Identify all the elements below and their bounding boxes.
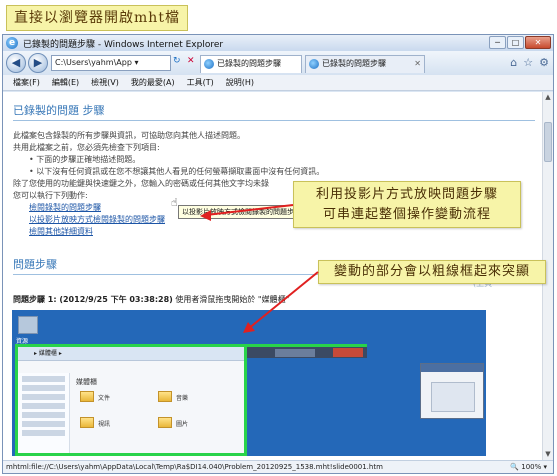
folder-icon <box>80 391 94 402</box>
menu-help[interactable]: 說明(H) <box>226 77 254 88</box>
viewer-titlebar <box>421 364 483 372</box>
tab-recorded-steps-1[interactable]: 已錄製的問題步驟 <box>200 55 302 73</box>
callout-slideshow-line-2: 可串連起整個操作變動流程 <box>322 207 491 222</box>
home-icon[interactable]: ⌂ <box>510 56 517 69</box>
tab-close-icon[interactable]: ✕ <box>414 56 421 72</box>
minimize-button[interactable]: ─ <box>489 36 506 49</box>
folder-icon <box>158 417 172 428</box>
folder-label: 音樂 <box>176 395 189 402</box>
recorder-toolbar-segment <box>275 349 315 357</box>
scroll-thumb[interactable] <box>544 122 552 162</box>
toolbar-right: ⌂ ☆ ⚙ <box>510 56 549 69</box>
tab-recorded-steps-2[interactable]: 已錄製的問題步驟 ✕ <box>305 55 425 73</box>
scroll-up-icon[interactable]: ▲ <box>543 93 553 103</box>
scroll-down-icon[interactable]: ▼ <box>543 450 553 460</box>
address-bar[interactable]: C:\Users\yahm\App ▾ <box>51 55 171 71</box>
ie-page-icon <box>204 59 214 69</box>
menu-tools[interactable]: 工具(T) <box>187 77 214 88</box>
refresh-icon[interactable]: ↻ <box>173 56 181 66</box>
checklist-item-2: • 以下沒有任何資訊或在您不想讓其他人看見的任何螢幕擷取畫面中沒有任何資訊。 <box>29 167 325 176</box>
folder-label: 文件 <box>98 395 111 402</box>
link-review-slideshow[interactable]: 以投影片放映方式檢閱錄製的問題步驟 <box>29 214 165 225</box>
window-title: 已錄製的問題步驟 - Windows Internet Explorer <box>23 40 224 50</box>
explorer-sidebar <box>18 373 70 453</box>
step-1-title: 問題步驟 1: (2012/9/25 下午 03:38:28) 使用者滑鼠拖曳開… <box>13 295 290 304</box>
intro-line-2: 共用此檔案之前，您必須先檢查下列項目: <box>13 143 160 152</box>
callout-slideshow-note: 利用投影片方式放映問題步驟 可串連起整個操作變動流程 <box>293 181 521 228</box>
ie-logo-icon: e <box>6 37 18 49</box>
forward-button[interactable]: ▶ <box>28 53 48 73</box>
tab-label: 已錄製的問題步驟 <box>322 59 386 68</box>
callout-highlight-note: 變動的部分會以粗線框起來突顯 <box>318 260 546 284</box>
explorer-heading: 媒體櫃 <box>76 378 97 386</box>
recorder-stop-button <box>333 348 363 357</box>
tools-icon[interactable]: ⚙ <box>539 56 549 69</box>
hand-cursor-icon: ☝ <box>171 196 178 209</box>
folder-label: 視訊 <box>98 421 111 428</box>
status-bar: mhtml:file://C:\Users\yahm\AppData\Local… <box>3 460 553 473</box>
explorer-address: ▸ 媒體櫃 ▸ <box>18 347 244 361</box>
menu-favorites[interactable]: 我的最愛(A) <box>131 77 175 88</box>
callout-title-note: 直接以瀏覽器開啟mht檔 <box>6 5 188 31</box>
photo-viewer-window <box>420 363 484 419</box>
title-bar: e 已錄製的問題步驟 - Windows Internet Explorer ─… <box>3 35 553 51</box>
explorer-window-highlighted: ▸ 媒體櫃 ▸ 媒體櫃 文件 音樂 視訊 圖片 <box>15 344 247 456</box>
folder-icon <box>158 391 172 402</box>
menu-bar: 檔案(F) 編輯(E) 檢視(V) 我的最愛(A) 工具(T) 說明(H) <box>3 75 553 91</box>
intro-line-4: 您可以執行下列動作: <box>13 191 88 200</box>
back-button[interactable]: ◀ <box>6 53 26 73</box>
menu-edit[interactable]: 編輯(E) <box>52 77 79 88</box>
link-review-details[interactable]: 檢閱其他詳細資料 <box>29 226 93 237</box>
navigation-bar: ◀ ▶ C:\Users\yahm\App ▾ ↻ ✕ 已錄製的問題步驟 已錄製… <box>3 51 553 75</box>
folder-icon <box>80 417 94 428</box>
tab-label: 已錄製的問題步驟 <box>217 59 281 68</box>
checklist-item-1: • 下面的步驟正確地描述問題。 <box>29 155 141 164</box>
steps-heading: 問題步驟 <box>13 258 57 271</box>
folder-label: 圖片 <box>176 421 189 428</box>
step-screenshot: 資源 ▸ 媒體櫃 ▸ 媒體櫃 文件 音樂 視訊 圖片 <box>12 310 486 456</box>
zoom-control[interactable]: 🔍 100% ▾ <box>510 461 547 473</box>
menu-view[interactable]: 檢視(V) <box>91 77 119 88</box>
close-button[interactable]: ✕ <box>525 36 551 49</box>
page-heading: 已錄製的問題 步驟 <box>13 104 105 117</box>
menu-file[interactable]: 檔案(F) <box>13 77 40 88</box>
stop-icon[interactable]: ✕ <box>187 56 195 66</box>
callout-slideshow-line-1: 利用投影片方式放映問題步驟 <box>315 187 498 202</box>
maximize-button[interactable]: □ <box>507 36 524 49</box>
heading-divider <box>13 120 535 121</box>
viewer-image <box>431 382 475 412</box>
status-path: mhtml:file://C:\Users\yahm\AppData\Local… <box>6 463 383 471</box>
link-review-steps[interactable]: 檢閱錄製的問題步驟 <box>29 202 101 213</box>
window-controls: ─ □ ✕ <box>489 36 551 49</box>
intro-line-3: 除了您使用的功能鍵與快速鍵之外，您輸入的密碼或任何其他文字均未錄 <box>13 179 269 188</box>
link-tooltip: 以投影片放映方式檢閱錄製的問題步驟 <box>178 205 305 219</box>
desktop-icon <box>18 316 38 334</box>
ie-page-icon <box>309 59 319 69</box>
favorites-icon[interactable]: ☆ <box>523 56 533 69</box>
intro-line-1: 此檔案包含錄製的所有步驟與資訊，可協助您向其他人描述問題。 <box>13 131 245 140</box>
recorder-toolbar <box>247 344 367 358</box>
